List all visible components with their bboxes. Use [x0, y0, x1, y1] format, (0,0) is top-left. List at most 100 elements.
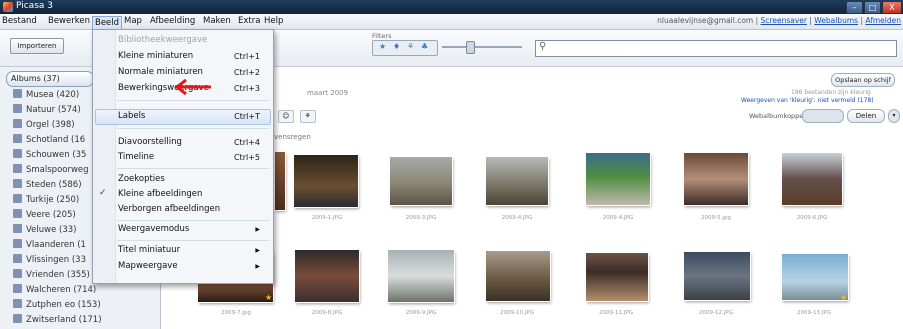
photo-thumbnail[interactable] — [586, 253, 648, 301]
webalbums-link[interactable]: Webalbums — [814, 16, 858, 25]
sidebar-item[interactable]: Schotland (16 — [13, 134, 85, 146]
submenu-arrow-icon: ▶ — [255, 247, 260, 254]
share-button[interactable]: Delen — [847, 109, 885, 123]
photo-caption: 2009-9.JPG — [405, 310, 437, 316]
photo-caption: 2009-6.JPG — [796, 215, 828, 221]
menu-separator — [117, 100, 269, 101]
photo-thumbnail[interactable] — [295, 250, 359, 302]
slider-knob[interactable] — [466, 41, 475, 54]
import-button[interactable]: Importeren — [10, 38, 64, 54]
sync-toggle[interactable] — [802, 109, 844, 123]
menu-item-folder-view[interactable]: Mapweergave ▶ — [118, 260, 268, 273]
menu-item-label: Kleine afbeeldingen — [118, 189, 203, 199]
photo-caption: 2009-4.JPG — [501, 215, 533, 221]
photo-thumbnail[interactable] — [782, 153, 842, 205]
photo-thumbnail[interactable] — [486, 251, 550, 301]
menu-bestand[interactable]: Bestand — [2, 16, 37, 26]
menu-item-shortcut: Ctrl+T — [234, 112, 260, 121]
sidebar-item[interactable]: Zwitserland (171) — [13, 314, 102, 326]
menu-map[interactable]: Map — [124, 16, 142, 26]
close-button[interactable]: X — [882, 1, 902, 14]
menu-item-small-thumbnails[interactable]: Kleine miniaturen Ctrl+1 — [118, 50, 268, 63]
screensaver-link[interactable]: Screensaver — [761, 16, 807, 25]
menu-item-view-mode[interactable]: Weergavemodus ▶ — [118, 223, 268, 236]
sidebar-item[interactable]: Musea (420) — [13, 89, 79, 101]
star-icon: ★ — [840, 293, 848, 302]
album-icon — [13, 224, 22, 233]
menu-item-hidden-images[interactable]: Verborgen afbeeldingen — [118, 203, 268, 216]
photo-thumbnail[interactable] — [294, 155, 358, 207]
album-icon — [13, 194, 22, 203]
window-title: Picasa 3 — [16, 1, 53, 11]
filters-label: Filters — [372, 32, 392, 40]
menu-separator — [117, 128, 269, 129]
sidebar-item[interactable]: Vlissingen (33 — [13, 254, 86, 266]
photo-thumbnail[interactable] — [390, 157, 452, 205]
menu-afbeelding[interactable]: Afbeelding — [150, 16, 195, 26]
sidebar-item[interactable]: Steden (586) — [13, 179, 82, 191]
sidebar-item-label: Musea (420) — [26, 90, 80, 100]
sidebar-item[interactable]: Natuur (574) — [13, 104, 81, 116]
photo-thumbnail[interactable] — [684, 153, 748, 205]
account-email: nluaalevijnse@gmail.com — [657, 16, 754, 25]
menu-item-labels[interactable]: Labels Ctrl+T — [118, 110, 268, 123]
album-icon — [13, 149, 22, 158]
menu-gutter — [93, 30, 116, 283]
menu-item-slideshow[interactable]: Diavoorstelling Ctrl+4 — [118, 136, 268, 149]
menu-item-thumbnail-title[interactable]: Titel miniatuur ▶ — [118, 244, 268, 257]
date-slider[interactable] — [442, 41, 522, 54]
menu-item-shortcut: Ctrl+2 — [233, 68, 260, 77]
sidebar-item[interactable]: Vlaanderen (1 — [13, 239, 86, 251]
section-label: vensregen — [274, 133, 311, 141]
photo-thumbnail[interactable] — [782, 254, 848, 300]
menu-item-timeline[interactable]: Timeline Ctrl+5 — [118, 151, 268, 164]
photo-thumbnail[interactable] — [586, 153, 650, 205]
menu-bewerken[interactable]: Bewerken — [48, 16, 90, 26]
photo-thumbnail[interactable] — [486, 157, 548, 205]
upload-filter-icon[interactable]: ♦ — [393, 42, 400, 51]
sidebar-item[interactable]: Orgel (398) — [13, 119, 75, 131]
menu-help[interactable]: Help — [264, 16, 283, 26]
submenu-arrow-icon: ▶ — [255, 226, 260, 233]
people-filter-icon[interactable]: ⚘ — [407, 42, 414, 51]
photo-caption: 2009-4.JPG — [602, 215, 634, 221]
link-separator: | — [755, 16, 759, 25]
title-bar: Picasa 3 – □ X — [0, 0, 903, 14]
photo-thumbnail[interactable] — [684, 252, 750, 300]
sidebar-item[interactable]: Turkije (250) — [13, 194, 79, 206]
maximize-button[interactable]: □ — [864, 1, 881, 14]
sidebar-item[interactable]: Walcheren (714) — [13, 284, 96, 296]
photo-thumbnail[interactable] — [388, 250, 454, 302]
star-filter-icon[interactable]: ★ — [379, 42, 386, 51]
sidebar-item[interactable]: Zutphen eo (153) — [13, 299, 101, 311]
sidebar-item[interactable]: Veluwe (33) — [13, 224, 76, 236]
sidebar-item-label: Zwitserland (171) — [26, 315, 102, 325]
people-button[interactable]: ☺ — [277, 110, 294, 123]
search-input[interactable]: ⚲ — [535, 40, 897, 57]
save-to-disk-button[interactable]: Opslaan op schijf — [831, 73, 895, 87]
search-icon: ⚲ — [539, 41, 547, 52]
sidebar-item[interactable]: Smalspoorweg — [13, 164, 89, 176]
sidebar-item[interactable]: Vrienden (355) — [13, 269, 90, 281]
album-icon — [13, 119, 22, 128]
star-icon: ★ — [265, 293, 273, 302]
sidebar-item[interactable]: Veere (205) — [13, 209, 76, 221]
album-icon — [13, 164, 22, 173]
menu-item-search-options[interactable]: Zoekopties — [118, 173, 268, 186]
link-separator: | — [860, 16, 863, 25]
afmelden-link[interactable]: Afmelden — [865, 16, 901, 25]
menu-maken[interactable]: Maken — [203, 16, 231, 26]
minimize-button[interactable]: – — [846, 1, 863, 14]
info-text: 186 bestanden zijn kleurig — [791, 89, 871, 96]
menu-separator — [117, 240, 269, 241]
menu-item-small-images[interactable]: Kleine afbeeldingen — [118, 188, 268, 201]
geo-filter-icon[interactable]: ♣ — [421, 42, 428, 51]
sidebar-item[interactable]: Schouwen (35 — [13, 149, 86, 161]
albums-header[interactable]: Albums (37) — [6, 71, 94, 87]
menu-item-normal-thumbnails[interactable]: Normale miniaturen Ctrl+2 — [118, 66, 268, 79]
menu-extra[interactable]: Extra — [238, 16, 260, 26]
geo-button[interactable]: ⚘ — [299, 110, 316, 123]
info-link[interactable]: Weergeven van 'kleurig': niet vermeld (1… — [741, 97, 874, 104]
share-dropdown[interactable]: ▾ — [888, 109, 900, 123]
photo-thumbnail[interactable] — [275, 152, 285, 210]
